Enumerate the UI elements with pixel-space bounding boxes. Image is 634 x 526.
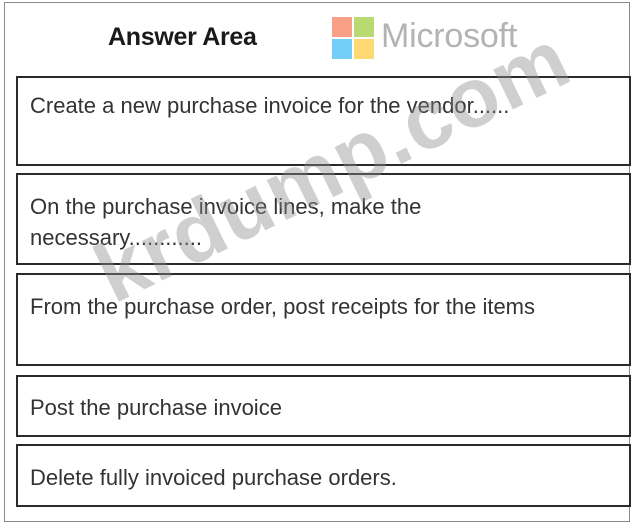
microsoft-logo-icon (332, 17, 374, 59)
microsoft-wordmark: Microsoft (381, 17, 518, 55)
logo-square-red (332, 17, 352, 37)
answer-item-invoice-lines[interactable]: On the purchase invoice lines, make the … (16, 173, 631, 265)
answer-item-label: From the purchase order, post receipts f… (30, 294, 536, 319)
answer-item-post-receipts[interactable]: From the purchase order, post receipts f… (16, 273, 631, 366)
answer-item-delete-orders[interactable]: Delete fully invoiced purchase orders. (16, 444, 631, 507)
logo-square-yellow (354, 39, 374, 59)
answer-item-label: Delete fully invoiced purchase orders. (30, 465, 397, 490)
answer-item-label: Post the purchase invoice (30, 395, 282, 420)
answer-item-label: Create a new purchase invoice for the ve… (30, 93, 510, 118)
answer-item-create-invoice[interactable]: Create a new purchase invoice for the ve… (16, 76, 631, 166)
answer-item-label: On the purchase invoice lines, make the … (30, 194, 422, 250)
logo-square-blue (332, 39, 352, 59)
answer-area-title: Answer Area (108, 23, 257, 51)
answer-item-post-invoice[interactable]: Post the purchase invoice (16, 375, 631, 437)
logo-square-green (354, 17, 374, 37)
